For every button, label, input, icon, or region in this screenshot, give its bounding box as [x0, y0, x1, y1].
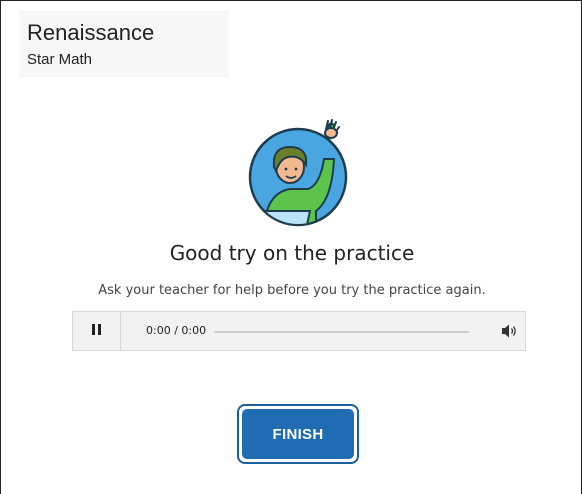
time-display: 0:00 / 0:00 — [146, 324, 207, 337]
finish-button-label: FINISH — [242, 409, 354, 459]
result-message: Ask your teacher for help before you try… — [98, 283, 486, 298]
pause-button[interactable] — [73, 312, 121, 350]
audio-player: 0:00 / 0:00 — [72, 311, 526, 351]
brand-title: Renaissance — [27, 20, 155, 45]
result-headline: Good try on the practice — [169, 241, 415, 265]
volume-icon[interactable] — [501, 323, 519, 339]
brand-subtitle: Star Math — [27, 51, 93, 68]
finish-button[interactable]: FINISH — [237, 404, 359, 464]
student-raising-hand-icon — [246, 119, 350, 229]
app-frame: Renaissance Star Math Good try on the pr… — [0, 0, 582, 494]
pause-icon — [91, 322, 103, 340]
audio-progress-bar[interactable] — [214, 331, 469, 333]
